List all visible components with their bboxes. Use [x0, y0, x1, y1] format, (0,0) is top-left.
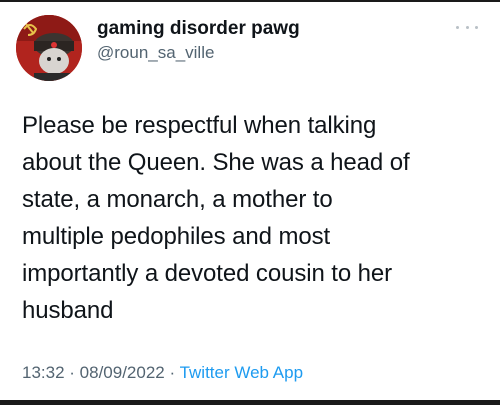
avatar[interactable] — [16, 15, 82, 81]
tweet-line: about the Queen. She was a head of — [22, 149, 410, 176]
tweet-line: husband — [22, 297, 114, 324]
more-dot — [456, 25, 459, 29]
tweet-date[interactable]: 08/09/2022 — [80, 363, 165, 382]
more-options-icon[interactable] — [456, 20, 478, 34]
tweet-line: Please be respectful when talking — [22, 112, 377, 139]
more-dot — [475, 25, 478, 29]
tweet-line: importantly a devoted cousin to her — [22, 260, 393, 287]
tweet-card: gaming disorder pawg @roun_sa_ville Plea… — [0, 2, 500, 400]
tweet-text: Please be respectful when talking about … — [22, 107, 487, 329]
tweet-meta: 13:32 · 08/09/2022 · Twitter Web App — [22, 363, 303, 383]
author-display-name[interactable]: gaming disorder pawg — [97, 17, 300, 41]
bottom-border — [0, 400, 500, 405]
author-handle[interactable]: @roun_sa_ville — [97, 41, 300, 65]
tweet-source-link[interactable]: Twitter Web App — [180, 363, 303, 382]
meta-separator: · — [64, 363, 80, 382]
author-info[interactable]: gaming disorder pawg @roun_sa_ville — [97, 17, 300, 65]
meta-separator: · — [164, 363, 180, 382]
more-dot — [465, 25, 469, 29]
avatar-soviet-hat-icon — [16, 15, 82, 81]
tweet-time[interactable]: 13:32 — [22, 363, 65, 382]
tweet-line: state, a monarch, a mother to — [22, 186, 333, 213]
tweet-line: multiple pedophiles and most — [22, 223, 331, 250]
